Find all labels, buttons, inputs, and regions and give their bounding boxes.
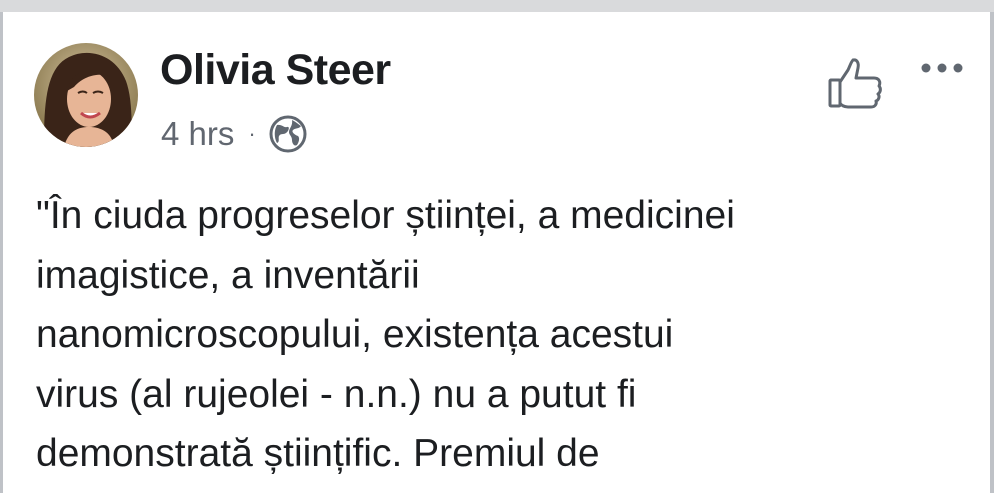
- post-text: "În ciuda progreselor științei, a medici…: [36, 186, 976, 484]
- thumbs-up-icon[interactable]: [826, 56, 884, 114]
- post-time[interactable]: 4 hrs: [161, 115, 234, 153]
- globe-icon: [268, 114, 308, 154]
- post-text-line: nanomicroscopului, existența acestui: [36, 313, 674, 356]
- post-text-line: demonstrată științific. Premiul de: [36, 432, 600, 475]
- more-options-icon[interactable]: [918, 58, 966, 78]
- post-text-line: imagistice, a inventării: [36, 253, 420, 297]
- post-text-line: virus (al rujeolei - n.n.) nu a putut fi: [36, 372, 637, 416]
- top-separator-bar: [0, 0, 994, 12]
- card-left-border: [0, 12, 3, 493]
- post-meta: 4 hrs ·: [161, 114, 308, 154]
- author-name[interactable]: Olivia Steer: [160, 46, 391, 95]
- card-right-border: [990, 12, 994, 493]
- post-text-line: "În ciuda progreselor științei, a medici…: [36, 194, 735, 237]
- meta-separator: ·: [248, 121, 256, 146]
- author-avatar[interactable]: [34, 43, 138, 147]
